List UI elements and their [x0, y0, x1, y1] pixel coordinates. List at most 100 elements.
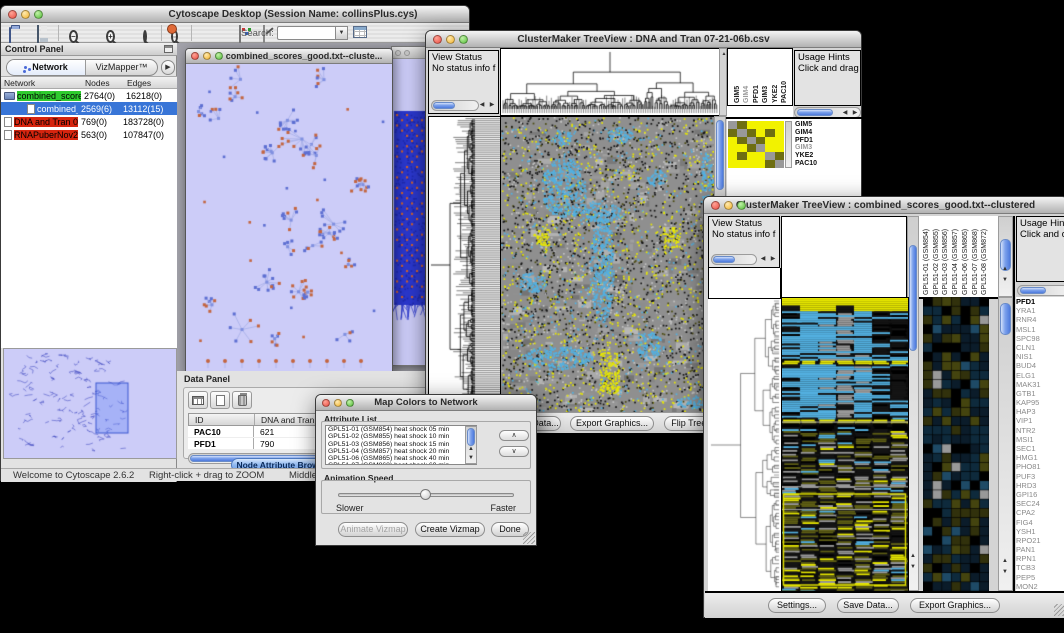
matrix-cell[interactable] [775, 137, 784, 145]
matrix-cell[interactable] [737, 144, 746, 152]
column-gene-label[interactable]: YKE2 [772, 85, 780, 103]
network-window-title-bar[interactable]: combined_scores_good.txt--cluste... [186, 49, 392, 64]
tree-splitter[interactable] [719, 48, 727, 116]
matrix-cell[interactable] [765, 144, 774, 152]
attribute-browser-icon[interactable] [353, 26, 367, 38]
gene-label[interactable]: VIP1 [1016, 416, 1064, 425]
matrix-cell[interactable] [728, 152, 737, 160]
gene-label[interactable]: NTR2 [1016, 426, 1064, 435]
scroll-right-icon[interactable] [768, 255, 778, 264]
scrollbar-thumb[interactable] [713, 256, 735, 263]
scroll-down-icon[interactable] [1000, 276, 1010, 285]
attribute-list-item[interactable]: GPL51-07 (GSM868) heat shock 60 min [328, 462, 476, 465]
maximize-icon[interactable] [737, 201, 746, 210]
matrix-cell[interactable] [765, 121, 774, 129]
row-dendrogram[interactable] [428, 116, 501, 414]
gene-label[interactable]: BUD4 [1016, 361, 1064, 370]
gene-label[interactable]: HAP3 [1016, 407, 1064, 416]
scroll-down-icon[interactable] [908, 563, 918, 572]
matrix-cell[interactable] [728, 137, 737, 145]
matrix-cell[interactable] [728, 129, 737, 137]
gene-label[interactable]: PHO81 [1016, 462, 1064, 471]
attribute-list-item[interactable]: GPL51-03 (GSM856) heat shock 15 min [328, 441, 476, 448]
gene-label[interactable]: RNR4 [1016, 315, 1064, 324]
matrix-cell[interactable] [737, 121, 746, 129]
scrollbar-thumb[interactable] [433, 102, 455, 109]
matrix-cell[interactable] [737, 137, 746, 145]
move-up-button[interactable]: ∧ [499, 430, 529, 441]
close-icon[interactable] [322, 399, 330, 407]
id-column-header[interactable]: ID [189, 414, 255, 425]
scroll-down-icon[interactable] [1000, 568, 1010, 577]
matrix-cell[interactable] [765, 160, 774, 168]
matrix-cell[interactable] [775, 129, 784, 137]
column-tree-area[interactable] [781, 216, 907, 299]
network-list-row[interactable]: RNAPuberNov2+|563(0)107847(0) [1, 128, 177, 141]
array-column-label[interactable]: GPL51-02 (GSM855) [933, 229, 941, 295]
matrix-cell[interactable] [756, 160, 765, 168]
minimize-icon[interactable] [446, 35, 455, 44]
row-gene-label[interactable]: YKE2 [795, 152, 859, 160]
matrix-cell[interactable] [756, 121, 765, 129]
save-data-button[interactable]: Save Data... [837, 598, 899, 613]
minimize-icon[interactable] [21, 10, 30, 19]
zoom-in-icon[interactable] [106, 30, 115, 43]
column-dendrogram[interactable] [500, 48, 720, 116]
row-dendrogram[interactable] [708, 299, 781, 591]
treeview-combined-title-bar[interactable]: ClusterMaker TreeView : combined_scores_… [704, 197, 1064, 214]
gene-label[interactable]: MAK31 [1016, 380, 1064, 389]
resize-grip-icon[interactable] [1054, 604, 1064, 616]
network-view-window-1[interactable]: combined_scores_good.txt--cluste... [185, 48, 393, 373]
zoom-out-icon[interactable] [69, 30, 78, 43]
matrix-cell[interactable] [747, 137, 756, 145]
close-icon[interactable] [395, 50, 401, 56]
view-status-hscrollbar[interactable] [711, 254, 757, 265]
matrix-cell[interactable] [747, 121, 756, 129]
gene-label[interactable]: MSI1 [1016, 435, 1064, 444]
scroll-up-icon[interactable] [466, 445, 476, 454]
scrollbar-thumb[interactable] [467, 428, 475, 446]
attribute-list[interactable]: GPL51-01 (GSM854) heat shock 05 minGPL51… [325, 425, 477, 465]
matrix-cell[interactable] [728, 144, 737, 152]
matrix-cell[interactable] [775, 152, 784, 160]
gene-label[interactable]: NIS1 [1016, 352, 1064, 361]
network-list-row[interactable]: combined_sco2569(6)13112(15) [1, 102, 177, 115]
row-gene-label[interactable]: PFD1 [795, 137, 859, 145]
scroll-right-icon[interactable] [487, 101, 497, 110]
array-column-label[interactable]: GPL51-03 (GSM856) [942, 229, 950, 295]
scroll-up-icon[interactable] [1000, 557, 1010, 566]
close-icon[interactable] [711, 201, 720, 210]
maximize-icon[interactable] [459, 35, 468, 44]
gene-label[interactable]: HRD3 [1016, 481, 1064, 490]
maximize-icon[interactable] [346, 399, 354, 407]
attribute-list-vscrollbar[interactable] [465, 426, 477, 464]
labels-vscrollbar[interactable] [998, 216, 1013, 297]
matrix-cell[interactable] [747, 144, 756, 152]
column-gene-label[interactable]: GIM4 [743, 86, 751, 103]
matrix-cell[interactable] [737, 152, 746, 160]
matrix-cell[interactable] [775, 160, 784, 168]
gene-label[interactable]: FIG4 [1016, 518, 1064, 527]
gene-label[interactable]: SPC98 [1016, 334, 1064, 343]
gene-label[interactable]: PFD1 [1016, 297, 1064, 306]
row-gene-label[interactable]: PAC10 [795, 160, 859, 168]
help-lifesaver-icon[interactable] [168, 25, 176, 33]
birdseye-view[interactable] [3, 348, 177, 459]
gene-label-list[interactable]: PFD1YRA1RNR4MSL1SPC98CLN1NIS1BUD4ELG1MAK… [1016, 297, 1064, 591]
global-heatmap[interactable] [781, 297, 909, 593]
correlation-heatmap[interactable] [500, 116, 715, 414]
export-graphics-button[interactable]: Export Graphics... [570, 416, 654, 431]
tab-network[interactable]: Network [7, 60, 86, 75]
gene-label[interactable]: PEP5 [1016, 573, 1064, 582]
matrix-cell[interactable] [747, 129, 756, 137]
matrix-cell[interactable] [775, 144, 784, 152]
row-gene-label[interactable]: GIM4 [795, 129, 859, 137]
array-column-label[interactable]: GPL51-08 (GSM872) [981, 229, 989, 295]
col-edges[interactable]: Edges [124, 77, 177, 88]
save-session-icon[interactable] [37, 25, 39, 44]
matrix-cell[interactable] [747, 152, 756, 160]
matrix-cell[interactable] [728, 160, 737, 168]
col-network[interactable]: Network [1, 77, 82, 88]
matrix-cell[interactable] [756, 137, 765, 145]
scroll-up-icon[interactable] [908, 552, 918, 561]
